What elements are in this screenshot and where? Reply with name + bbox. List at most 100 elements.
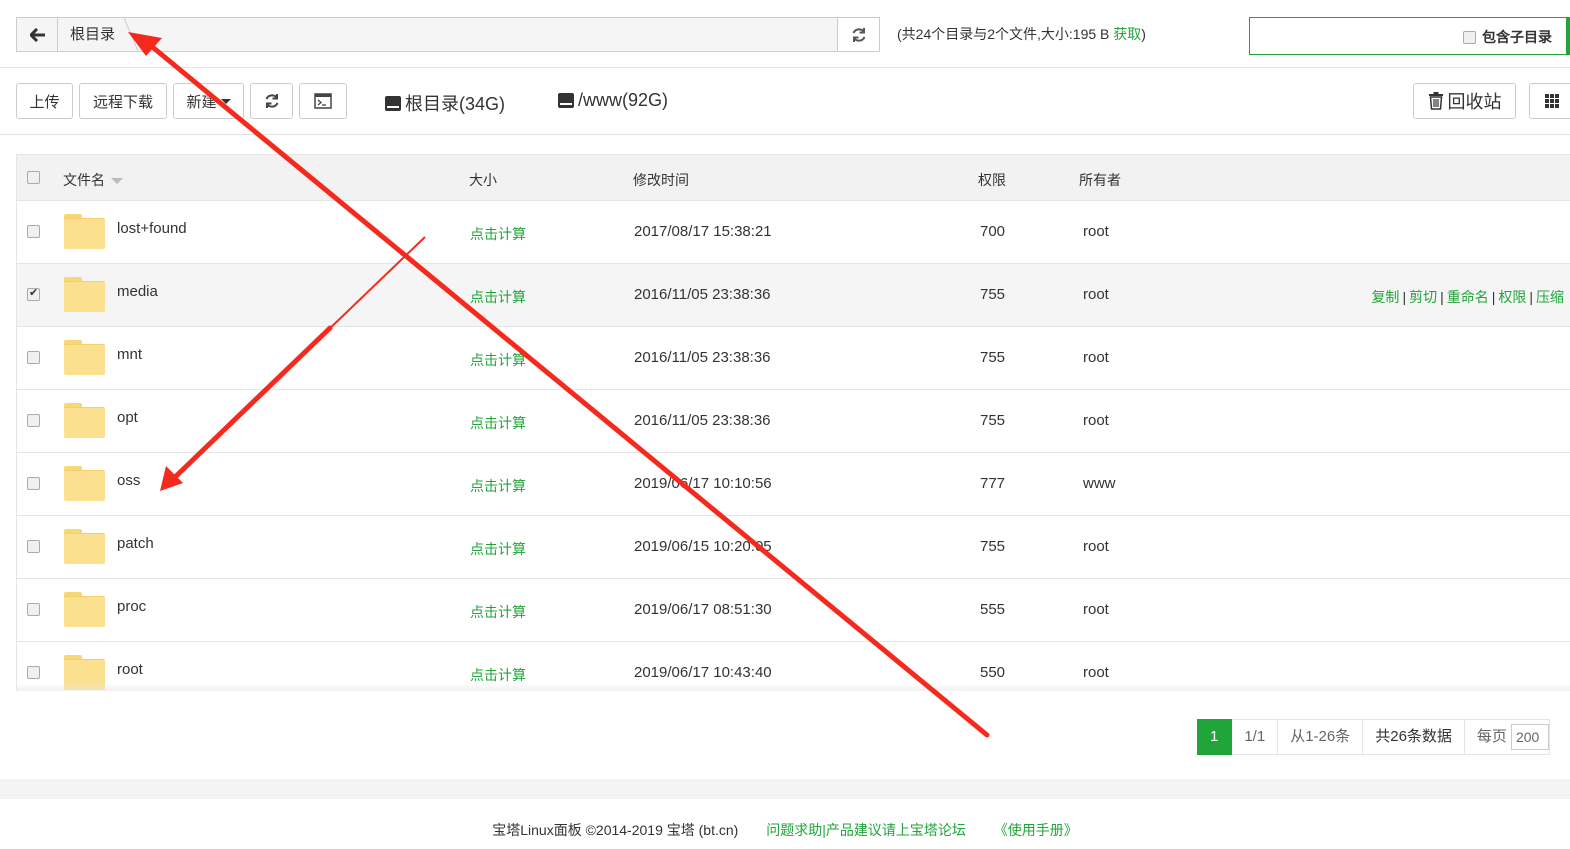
grid-icon [1544, 94, 1559, 108]
copy-action[interactable]: 复制 [1371, 289, 1399, 305]
column-header-perm[interactable]: 权限 [978, 170, 1006, 190]
file-owner: www [1083, 475, 1116, 492]
file-mtime: 2019/06/17 08:51:30 [634, 601, 772, 618]
per-page-label: 每页 [1476, 728, 1507, 745]
table-row[interactable]: proc 点击计算 2019/06/17 08:51:30 555 root [17, 579, 1570, 642]
terminal-icon [314, 93, 332, 109]
compress-action[interactable]: 压缩 [1536, 289, 1564, 305]
folder-icon [64, 592, 105, 627]
row-checkbox[interactable] [27, 477, 40, 490]
new-dropdown-button[interactable]: 新建 [173, 83, 244, 119]
row-actions: 复制 | 剪切 | 重命名 | 权限 | 压缩 [1371, 287, 1564, 307]
upload-button[interactable]: 上传 [16, 83, 73, 119]
directory-summary: (共24个目录与2个文件,大小:195 B 获取) [897, 24, 1146, 44]
terminal-button[interactable] [299, 83, 347, 119]
row-checkbox[interactable] [27, 286, 40, 301]
table-scroll-fade [16, 683, 1570, 691]
calc-size-link[interactable]: 点击计算 [470, 476, 526, 496]
calc-size-link[interactable]: 点击计算 [470, 602, 526, 622]
table-row[interactable]: opt 点击计算 2016/11/05 23:38:36 755 root [17, 390, 1570, 453]
calc-size-link[interactable]: 点击计算 [470, 350, 526, 370]
path-input[interactable]: 根目录 [57, 17, 838, 52]
file-name[interactable]: oss [117, 472, 140, 489]
row-checkbox[interactable] [27, 351, 40, 364]
cut-action[interactable]: 剪切 [1409, 289, 1437, 305]
file-name[interactable]: mnt [117, 346, 142, 363]
row-checkbox[interactable] [27, 603, 40, 616]
search-input[interactable]: 包含子目录 [1249, 17, 1570, 55]
file-name[interactable]: root [117, 661, 143, 678]
remote-download-button[interactable]: 远程下载 [79, 83, 167, 119]
column-header-size[interactable]: 大小 [469, 170, 497, 190]
new-label: 新建 [186, 93, 217, 111]
toolbar: 上传 远程下载 新建 根目录(34G) /www(92G) 回收站 [0, 68, 1570, 135]
disk-root[interactable]: 根目录(34G) [385, 90, 505, 116]
include-subdir-label: 包含子目录 [1482, 29, 1552, 45]
disk-www[interactable]: /www(92G) [558, 90, 668, 111]
per-page-input[interactable]: 200 [1510, 724, 1549, 751]
disk-root-label: 根目录(34G) [405, 94, 506, 114]
back-button[interactable] [16, 17, 58, 52]
directory-summary-close: ) [1141, 26, 1146, 42]
row-checkbox[interactable] [27, 414, 40, 427]
file-name[interactable]: media [117, 283, 158, 300]
calc-size-link[interactable]: 点击计算 [470, 224, 526, 244]
recycle-bin-label: 回收站 [1447, 92, 1502, 112]
select-all-checkbox[interactable] [27, 171, 40, 184]
file-mtime: 2016/11/05 23:38:36 [634, 412, 771, 429]
row-checkbox[interactable] [27, 225, 40, 238]
file-name[interactable]: lost+found [117, 220, 187, 237]
table-row[interactable]: oss 点击计算 2019/06/17 10:10:56 777 www [17, 453, 1570, 516]
column-header-owner[interactable]: 所有者 [1079, 170, 1121, 190]
column-header-name[interactable]: 文件名 [63, 170, 123, 190]
arrow-left-icon [29, 27, 45, 42]
folder-icon [64, 277, 105, 312]
refresh-path-button[interactable] [837, 17, 880, 52]
manual-link[interactable]: 《使用手册》 [994, 822, 1078, 838]
file-owner: root [1083, 349, 1109, 366]
column-header-mtime[interactable]: 修改时间 [633, 170, 689, 190]
refresh-icon [852, 27, 865, 42]
table-row[interactable]: media 点击计算 2016/11/05 23:38:36 755 root … [17, 264, 1570, 327]
recycle-bin-button[interactable]: 回收站 [1413, 83, 1516, 119]
table-row[interactable]: mnt 点击计算 2016/11/05 23:38:36 755 root [17, 327, 1570, 390]
file-perm: 700 [980, 223, 1006, 240]
table-row[interactable]: lost+found 点击计算 2017/08/17 15:38:21 700 … [17, 201, 1570, 264]
forum-link[interactable]: 问题求助|产品建议请上宝塔论坛 [766, 822, 966, 838]
file-mtime: 2017/08/17 15:38:21 [634, 223, 772, 240]
action-separator: | [1402, 289, 1407, 305]
refresh-list-button[interactable] [250, 83, 293, 119]
breadcrumb-root[interactable]: 根目录 [58, 18, 128, 51]
file-perm: 555 [980, 601, 1006, 618]
table-row[interactable]: patch 点击计算 2019/06/15 10:20:05 755 root [17, 516, 1570, 579]
file-name[interactable]: proc [117, 598, 146, 615]
perm-action[interactable]: 权限 [1498, 289, 1526, 305]
table-header: 文件名 大小 修改时间 权限 所有者 [17, 154, 1570, 201]
include-subdir-toggle[interactable]: 包含子目录 [1463, 27, 1552, 47]
hdd-icon [558, 93, 574, 108]
page-count: 1/1 [1232, 719, 1279, 755]
row-checkbox[interactable] [27, 540, 40, 553]
get-size-link[interactable]: 获取 [1113, 26, 1141, 42]
row-checkbox[interactable] [27, 666, 40, 679]
action-separator: | [1529, 289, 1533, 305]
column-header-name-label: 文件名 [63, 172, 105, 188]
file-perm: 550 [980, 664, 1006, 681]
path-bar: 根目录 (共24个目录与2个文件,大小:195 B 获取) 包含子目录 [0, 0, 1570, 68]
view-toggle-button[interactable] [1529, 83, 1570, 119]
file-name[interactable]: patch [117, 535, 154, 552]
include-subdir-checkbox[interactable] [1463, 30, 1476, 44]
calc-size-link[interactable]: 点击计算 [470, 413, 526, 433]
calc-size-link[interactable]: 点击计算 [470, 287, 526, 307]
trash-icon [1428, 92, 1443, 110]
calc-size-link[interactable]: 点击计算 [470, 539, 526, 559]
file-perm: 755 [980, 412, 1006, 429]
file-mtime: 2019/06/17 10:43:40 [634, 664, 772, 681]
calc-size-link[interactable]: 点击计算 [470, 665, 526, 685]
footer: 宝塔Linux面板 ©2014-2019 宝塔 (bt.cn) 问题求助|产品建… [0, 820, 1570, 840]
disk-www-label: /www(92G) [578, 90, 669, 110]
page-button-current[interactable]: 1 [1197, 719, 1233, 755]
rename-action[interactable]: 重命名 [1447, 289, 1489, 305]
file-mtime: 2019/06/15 10:20:05 [634, 538, 772, 555]
file-name[interactable]: opt [117, 409, 138, 426]
